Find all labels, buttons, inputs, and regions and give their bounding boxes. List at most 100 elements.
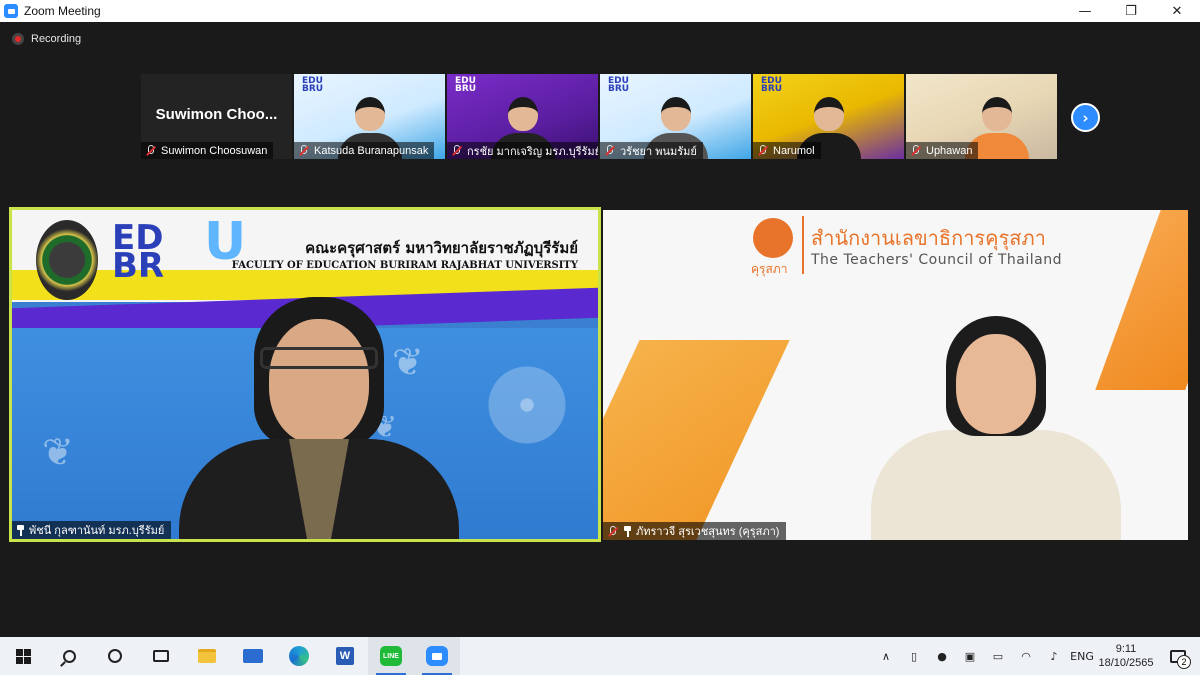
edu-bru-logo: ED BR U [112,212,247,286]
participant-name: กรชัย มากเจริญ มรภ.บุรีรัมย์ [467,145,598,158]
participant-name: Uphawan [926,144,973,157]
notification-badge: 2 [1177,655,1191,669]
cortana-button[interactable] [92,637,138,675]
mail-button[interactable] [230,637,276,675]
show-hidden-icons-button[interactable]: ∧ [872,637,900,675]
participant-thumbnail[interactable]: Uphawan [906,74,1057,159]
zoom-taskbar-button[interactable] [414,637,460,675]
edu-bru-logo: EDU BRU [761,76,783,94]
pinned-participant-video[interactable]: คุรุสภา สำนักงานเลขาธิการคุรุสภา The Tea… [603,210,1188,540]
task-view-button[interactable] [138,637,184,675]
battery-icon[interactable]: ▭ [984,637,1012,675]
faculty-english-title: FACULTY OF EDUCATION BURIRAM RAJABHAT UN… [231,260,578,271]
line-button[interactable]: LINE [368,637,414,675]
word-icon: W [336,647,354,665]
device-icon[interactable]: ▯ [900,637,928,675]
background-shape [603,340,790,540]
word-button[interactable]: W [322,637,368,675]
teachers-council-logo-caption: คุรุสภา [751,262,788,276]
minimize-button[interactable]: — [1062,0,1108,22]
notification-center-button[interactable]: 2 [1156,637,1200,675]
zoom-icon [426,646,448,666]
recording-indicator[interactable]: Recording [12,33,81,45]
participant-name: Katsuda Buranapunsak [314,144,429,157]
close-button[interactable]: ✕ [1154,0,1200,22]
file-explorer-button[interactable] [184,637,230,675]
recording-icon [12,33,24,45]
window-controls: — ❐ ✕ [1062,0,1200,22]
language-indicator[interactable]: ENG [1068,637,1096,675]
muted-mic-icon [604,145,615,156]
recording-label: Recording [31,33,82,45]
task-view-icon [153,650,169,662]
edu-bru-logo: EDU BRU [302,76,324,94]
organization-thai-name: สำนักงานเลขาธิการคุรุสภา [811,226,1046,250]
teachers-council-logo [753,218,793,258]
edu-bru-logo: EDU BRU [455,76,477,94]
clock-time: 9:11 [1115,643,1137,655]
faculty-thai-title: คณะครุศาสตร์ มหาวิทยาลัยราชภัฏบุรีรัมย์ [305,239,578,257]
window-title: Zoom Meeting [24,4,101,18]
next-page-button[interactable]: › [1071,103,1100,132]
line-icon: LINE [380,646,402,666]
edge-icon [289,646,309,666]
pin-icon [16,524,25,536]
meet-now-icon[interactable]: ▣ [956,637,984,675]
speaker-name: พัชนี กุลฑานันท์ มรภ.บุรีรัมย์ [29,525,165,537]
muted-mic-icon [451,145,462,156]
participant-name-tag: Uphawan [906,142,979,159]
active-speaker-video[interactable]: ED BR U คณะครุศาสตร์ มหาวิทยาลัยราชภัฏบุรี… [9,207,601,542]
muted-mic-icon [607,525,618,537]
participant-name-tag: Katsuda Buranapunsak [294,142,435,159]
microphone-icon[interactable]: ● [928,637,956,675]
pin-icon [623,525,632,537]
participant-thumbnail[interactable]: EDU BRU วรัชยา พนมรัมย์ [600,74,751,159]
edu-bru-logo: EDU BRU [608,76,630,94]
muted-mic-icon [757,145,768,156]
participant-thumbnail[interactable]: Suwimon Choo... Suwimon Choosuwan [141,74,292,159]
volume-icon[interactable]: ♪ [1040,637,1068,675]
windows-taskbar: W LINE ∧ ▯ ● ▣ ▭ ◠ ♪ ENG 9:11 18/10/2565… [0,637,1200,675]
participant-strip: Suwimon Choo... Suwimon Choosuwan EDU BRU… [141,74,1057,159]
butterfly-decoration: ❦ [42,430,74,474]
start-button[interactable] [0,637,46,675]
restore-button[interactable]: ❐ [1108,0,1154,22]
participant-name-tag: Suwimon Choosuwan [141,142,274,159]
participant-name-tag: กรชัย มากเจริญ มรภ.บุรีรัมย์ [447,142,598,159]
muted-mic-icon [298,145,309,156]
clock[interactable]: 9:11 18/10/2565 [1096,642,1156,670]
speaker-name-tag: พัชนี กุลฑานันท์ มรภ.บุรีรัมย์ [12,521,172,539]
organization-english-name: The Teachers' Council of Thailand [811,252,1062,268]
title-bar: Zoom Meeting — ❐ ✕ [0,0,1200,22]
zoom-app-icon [4,4,18,18]
folder-icon [198,649,216,663]
cortana-icon [108,649,122,663]
muted-mic-icon [145,145,156,156]
wifi-icon[interactable]: ◠ [1012,637,1040,675]
search-icon [62,649,76,663]
participant-video [870,316,1121,540]
participant-name-tag: วรัชยา พนมรัมย์ [600,142,703,159]
edge-button[interactable] [276,637,322,675]
flower-decoration [482,360,572,450]
windows-icon [15,648,31,664]
participant-thumbnail[interactable]: EDU BRU Narumol [753,74,904,159]
participant-thumbnail[interactable]: EDU BRU กรชัย มากเจริญ มรภ.บุรีรัมย์ [447,74,598,159]
participant-display-name: Suwimon Choo... [155,106,278,123]
speaker-video [179,297,459,539]
participant-name: ภัทราวจี สุรเวชสุนทร (คุรุสภา) [636,526,780,538]
participant-name-tag: Narumol [753,142,821,159]
system-tray: ∧ ▯ ● ▣ ▭ ◠ ♪ ENG 9:11 18/10/2565 2 [872,637,1200,675]
logo-divider [802,216,804,274]
muted-mic-icon [910,145,921,156]
mail-icon [243,649,263,663]
participant-name: Suwimon Choosuwan [161,144,268,157]
clock-date: 18/10/2565 [1098,657,1154,669]
participant-thumbnail[interactable]: EDU BRU Katsuda Buranapunsak [294,74,445,159]
participant-name-tag: ภัทราวจี สุรเวชสุนทร (คุรุสภา) [603,522,787,540]
university-seal-logo [36,220,98,300]
participant-name: Narumol [773,144,815,157]
participant-name: วรัชยา พนมรัมย์ [620,145,697,158]
meeting-area: Recording Suwimon Choo... Suwimon Choosu… [0,22,1200,637]
search-button[interactable] [46,637,92,675]
